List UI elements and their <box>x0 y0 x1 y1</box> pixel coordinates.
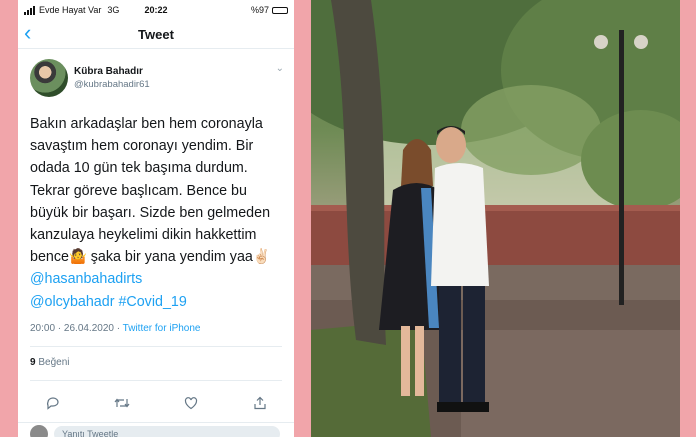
tweet-text: Bakın arkadaşlar ben hem coronayla savaş… <box>30 116 271 266</box>
nav-bar: ‹ Tweet <box>18 20 294 49</box>
couple-photo-illustration <box>311 0 680 437</box>
share-icon[interactable] <box>252 395 268 411</box>
status-bar: Evde Hayat Var 3G 20:22 %97 <box>18 0 294 20</box>
reply-icon[interactable] <box>45 395 61 411</box>
tweet-actions <box>18 381 294 411</box>
tweet-meta: 20:00 · 26.04.2020 · Twitter for iPhone <box>18 313 294 334</box>
tweet-author: Kübra Bahadır @kubrabahadir61 ⌄ <box>18 49 294 97</box>
battery-icon <box>272 6 288 14</box>
chevron-down-icon[interactable]: ⌄ <box>276 63 284 74</box>
page-title: Tweet <box>138 26 174 42</box>
heart-icon[interactable] <box>183 395 199 411</box>
likes-label: Beğeni <box>38 356 70 368</box>
likes-count-row[interactable]: 9 Beğeni <box>18 347 294 368</box>
battery-percent: %97 <box>250 5 269 15</box>
avatar[interactable] <box>30 59 68 97</box>
reply-composer: Yanıtı Tweetle <box>18 422 294 437</box>
tweet-source-link[interactable]: Twitter for iPhone <box>123 323 201 334</box>
signal-icon <box>24 5 35 15</box>
attached-photo <box>311 0 680 437</box>
tweet-screenshot: Evde Hayat Var 3G 20:22 %97 ‹ Tweet Kübr… <box>18 0 294 437</box>
author-handle[interactable]: @kubrabahadir61 <box>74 79 150 90</box>
mention-link[interactable]: @hasanbahadirts <box>30 271 142 287</box>
likes-count: 9 <box>30 356 36 368</box>
avatar <box>30 425 48 437</box>
back-chevron-icon[interactable]: ‹ <box>24 22 31 44</box>
reply-input[interactable]: Yanıtı Tweetle <box>54 426 280 437</box>
tweet-body: Bakın arkadaşlar ben hem coronayla savaş… <box>18 97 294 313</box>
carrier-name: Evde Hayat Var <box>39 5 102 15</box>
author-display-name[interactable]: Kübra Bahadır <box>74 66 150 77</box>
retweet-icon[interactable] <box>114 395 130 411</box>
network-type: 3G <box>107 5 120 15</box>
mention-link[interactable]: @olcybahadr <box>30 294 114 310</box>
tweet-timestamp: 20:00 · 26.04.2020 · <box>30 322 123 334</box>
hashtag-link[interactable]: #Covid_19 <box>118 294 186 310</box>
